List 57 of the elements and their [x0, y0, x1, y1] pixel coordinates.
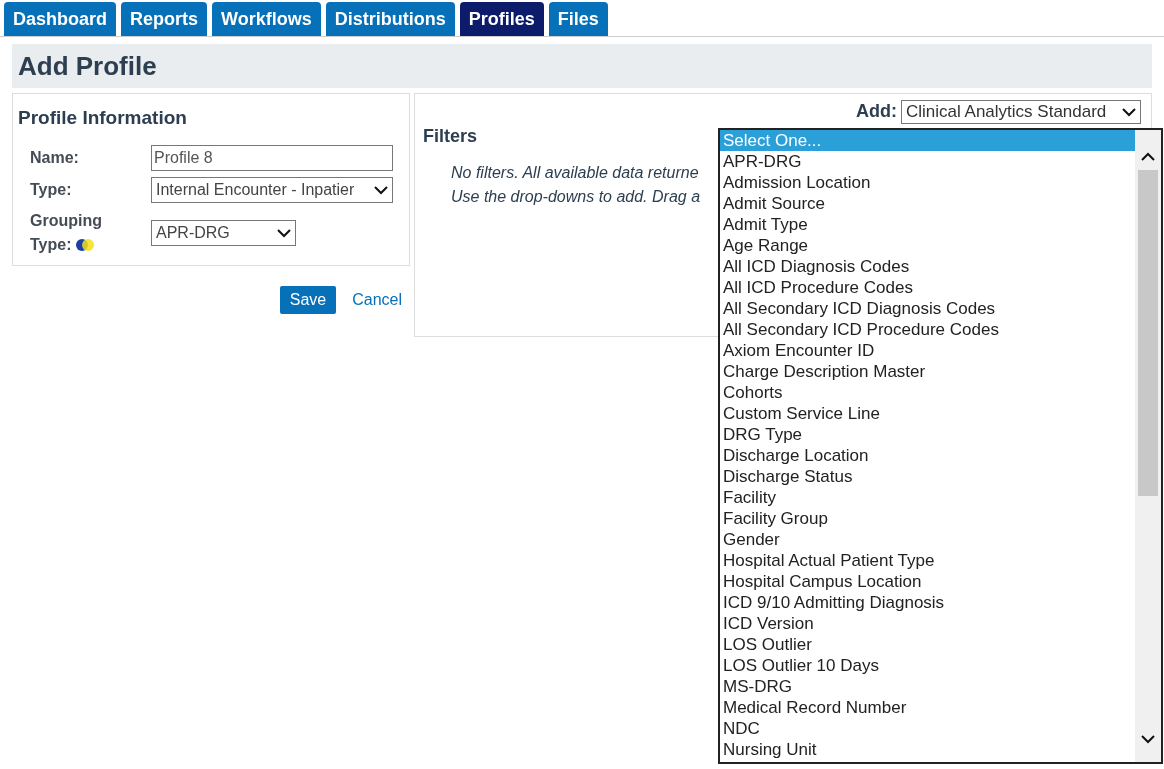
dropdown-option[interactable]: All ICD Procedure Codes [720, 277, 1135, 298]
scroll-up-icon [1141, 152, 1155, 162]
add-label: Add: [856, 100, 897, 123]
chevron-down-icon [374, 184, 388, 195]
dropdown-option[interactable]: MS-DRG [720, 676, 1135, 697]
dropdown-option[interactable]: Admission Location [720, 172, 1135, 193]
dropdown-option[interactable]: Cohorts [720, 382, 1135, 403]
scroll-down-icon [1141, 734, 1155, 744]
dropdown-option[interactable]: Hospital Actual Patient Type [720, 550, 1135, 571]
nav-tab[interactable]: Reports [121, 2, 208, 36]
filters-message: No filters. All available data returne [451, 163, 699, 183]
panel-title: Profile Information [18, 106, 188, 130]
scrollbar-thumb[interactable] [1138, 170, 1158, 496]
dropdown-option[interactable]: Facility [720, 487, 1135, 508]
dropdown-option[interactable]: LOS Outlier [720, 634, 1135, 655]
field-label: Type: [30, 180, 72, 198]
dropdown-option[interactable]: Axiom Encounter ID [720, 340, 1135, 361]
page-title: Add Profile [18, 49, 157, 83]
dropdown-option[interactable]: Medical Record Number [720, 697, 1135, 718]
save-button[interactable]: Save [279, 286, 337, 314]
dropdown-option[interactable]: All Secondary ICD Diagnosis Codes [720, 298, 1135, 319]
nav-tab[interactable]: Workflows [212, 2, 321, 36]
field-label: Name: [30, 148, 79, 166]
dropdown-option[interactable]: Discharge Status [720, 466, 1135, 487]
dropdown-option[interactable]: LOS Outlier 10 Days [720, 655, 1135, 676]
nav-tab[interactable]: Distributions [325, 2, 455, 36]
filters-message: Use the drop-downs to add. Drag a [451, 187, 701, 207]
dropdown-option[interactable]: Charge Description Master [720, 361, 1135, 382]
chevron-down-icon [277, 227, 291, 238]
dropdown-option[interactable]: ICD Version [720, 613, 1135, 634]
nav-tab[interactable]: Dashboard [4, 2, 117, 36]
filters-title: Filters [423, 125, 478, 148]
dropdown-option[interactable]: All ICD Diagnosis Codes [720, 256, 1135, 277]
dropdown-option[interactable]: Admit Type [720, 214, 1135, 235]
name-field[interactable]: Profile 8 [151, 144, 393, 171]
dropdown-option[interactable]: Admit Source [720, 193, 1135, 214]
nav-tab[interactable]: Profiles [459, 2, 544, 36]
dropdown-option[interactable]: NDC [720, 718, 1135, 739]
dropdown-option[interactable]: APR-DRG [720, 151, 1135, 172]
field-label: Grouping Type: [30, 211, 102, 253]
dropdown-option[interactable]: Facility Group [720, 508, 1135, 529]
chevron-down-icon [1122, 106, 1136, 117]
dropdown-option[interactable]: Hospital Campus Location [720, 571, 1135, 592]
dropdown-option[interactable]: DRG Type [720, 424, 1135, 445]
dropdown-option[interactable]: Gender [720, 529, 1135, 550]
select-field[interactable]: APR-DRG [151, 219, 296, 246]
dropdown-option[interactable]: Age Range [720, 235, 1135, 256]
dropdown-option[interactable]: ICD 9/10 Admitting Diagnosis [720, 592, 1135, 613]
dropdown-option[interactable]: Discharge Location [720, 445, 1135, 466]
cancel-link[interactable]: Cancel [352, 288, 402, 312]
scrollbar[interactable] [1135, 130, 1161, 762]
dropdown-option[interactable]: Custom Service Line [720, 403, 1135, 424]
dropdown-option[interactable]: Nursing Unit [720, 739, 1135, 760]
dropdown-option[interactable]: All Secondary ICD Procedure Codes [720, 319, 1135, 340]
nav-tab[interactable]: Files [548, 2, 608, 36]
add-select[interactable]: Clinical Analytics Standard [901, 99, 1141, 124]
select-field[interactable]: Internal Encounter - Inpatier [151, 176, 393, 203]
